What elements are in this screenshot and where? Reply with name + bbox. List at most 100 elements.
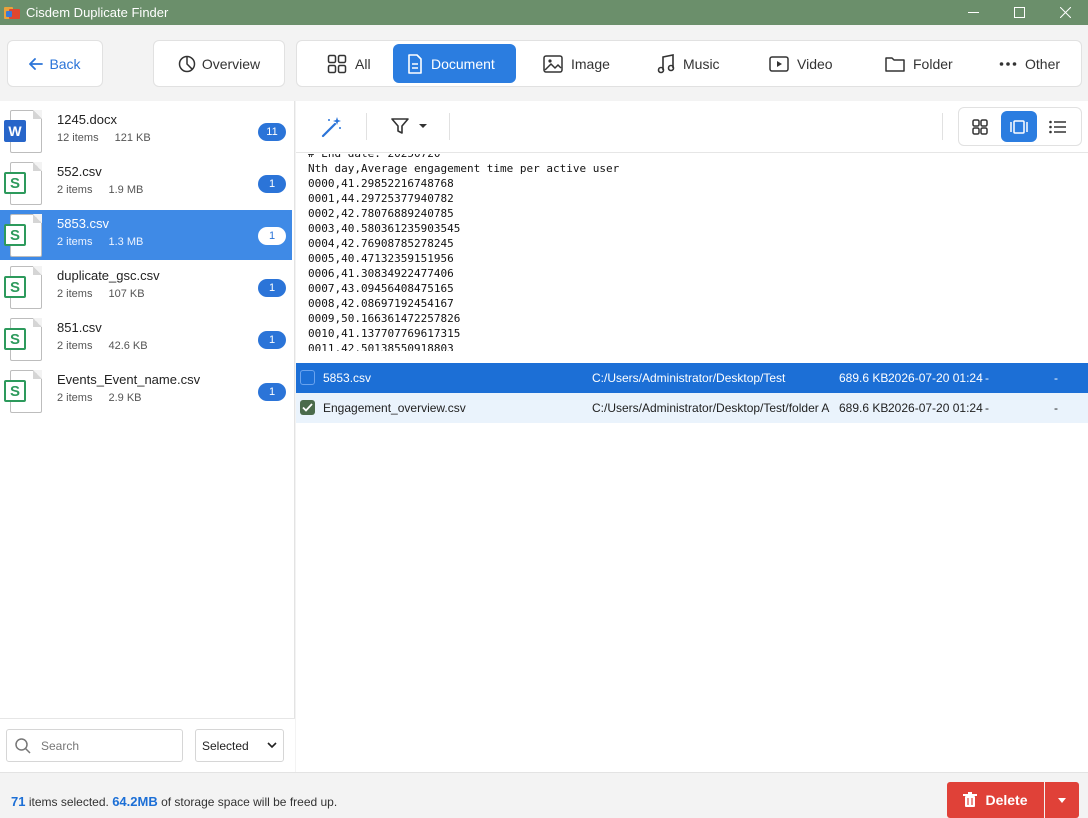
file-group-size: 1.9 MB: [108, 184, 144, 196]
selected-count: 71: [11, 794, 26, 809]
magic-wand-icon: [321, 117, 341, 138]
preview-line: 0002,42.78076889240785: [308, 207, 454, 220]
preview-line: 0003,40.580361235903545: [308, 222, 461, 235]
file-group-item[interactable]: Sduplicate_gsc.csv 2 items 107 KB 1: [0, 262, 292, 312]
search-box[interactable]: [6, 729, 183, 762]
file-group-item[interactable]: S Events_Event_name.csv 2 items 2.9 KB 1: [0, 366, 292, 416]
minimize-button[interactable]: [950, 0, 996, 25]
preview-line: 0008,42.08697192454167: [308, 297, 454, 310]
preview-view-button[interactable]: [1001, 111, 1037, 142]
caret-down-icon: [419, 124, 427, 128]
file-group-item[interactable]: S 552.csv 2 items 1.9 MB 1: [0, 158, 292, 208]
list-view-icon: [1049, 120, 1066, 133]
file-group-items: 2 items: [57, 392, 93, 404]
tab-video-label: Video: [797, 55, 833, 72]
file-extra-col: -: [985, 371, 989, 385]
freed-space: 64.2MB: [112, 794, 158, 809]
preview-line: 0007,43.09456408475165: [308, 282, 454, 295]
spreadsheet-file-icon: S: [4, 370, 42, 413]
file-group-size: 121 KB: [114, 132, 151, 144]
minimize-icon: [967, 12, 979, 13]
tab-other[interactable]: Other: [985, 44, 1074, 83]
document-icon: [408, 53, 422, 74]
spreadsheet-file-icon: S: [4, 214, 42, 257]
trash-icon: [963, 792, 978, 807]
file-type-letter: S: [4, 276, 26, 298]
selected-count-label: items selected.: [28, 795, 109, 809]
file-type-letter: S: [4, 172, 26, 194]
delete-options-button[interactable]: [1045, 782, 1079, 818]
tab-music-label: Music: [683, 55, 720, 72]
duplicate-file-row[interactable]: 5853.csv C:/Users/Administrator/Desktop/T…: [296, 363, 1088, 393]
preview-line: 0004,42.76908785278245: [308, 237, 454, 250]
freed-space-label: of storage space will be freed up.: [161, 795, 338, 809]
grid-view-icon: [972, 118, 988, 135]
file-group-items: 2 items: [57, 288, 93, 300]
auto-select-button[interactable]: [320, 115, 344, 142]
maximize-button[interactable]: [996, 0, 1042, 25]
preview-line: Nth day,Average engagement time per acti…: [308, 162, 620, 175]
category-tabs: All Document Image Music Video Folder Ot…: [296, 40, 1082, 87]
file-name: Engagement_overview.csv: [323, 401, 466, 415]
search-input[interactable]: [41, 738, 171, 753]
file-type-letter: S: [4, 224, 26, 246]
file-group-size: 107 KB: [108, 288, 145, 300]
close-icon: [1059, 7, 1071, 18]
file-group-name: Events_Event_name.csv: [57, 372, 201, 387]
duplicate-count-badge: 1: [258, 331, 286, 349]
preview-line: 0011,42.50138550918803: [308, 342, 454, 351]
preview-line: 0000,41.29852216748768: [308, 177, 454, 190]
file-group-item[interactable]: W 1245.docx 12 items 121 KB 11: [0, 106, 292, 156]
file-extra-col: -: [1054, 371, 1058, 385]
video-icon: [769, 55, 789, 72]
tab-video[interactable]: Video: [755, 44, 847, 83]
file-group-list: W 1245.docx 12 items 121 KB 11 S 552.csv 2 item…: [0, 101, 295, 772]
file-group-item[interactable]: S 851.csv 2 items 42.6 KB 1: [0, 314, 292, 364]
file-group-items: 12 items: [57, 132, 99, 144]
file-group-items: 2 items: [57, 236, 93, 248]
file-group-size: 2.9 KB: [108, 392, 142, 404]
preview-line: 0005,40.47132359151956: [308, 252, 454, 265]
back-button[interactable]: Back: [7, 40, 103, 87]
file-name: 5853.csv: [323, 371, 372, 385]
selection-filter-select[interactable]: Selected: [195, 729, 284, 762]
file-type-letter: S: [4, 380, 26, 402]
file-checkbox[interactable]: [300, 400, 315, 415]
pie-chart-icon: [178, 55, 196, 72]
list-view-button[interactable]: [1040, 111, 1076, 142]
preview-line: # End date: 20250720: [308, 154, 1076, 161]
tab-all[interactable]: All: [313, 44, 385, 83]
title-bar: Cisdem Duplicate Finder: [0, 0, 1088, 25]
duplicate-file-list: 5853.csv C:/Users/Administrator/Desktop/T…: [296, 363, 1088, 423]
file-size: 689.6 KB: [839, 401, 889, 415]
top-toolbar: Back Overview All Document Image Music V…: [0, 25, 1088, 101]
tab-folder[interactable]: Folder: [871, 44, 967, 83]
window-title: Cisdem Duplicate Finder: [26, 5, 169, 20]
file-group-items: 2 items: [57, 340, 93, 352]
overview-button[interactable]: Overview: [153, 40, 285, 87]
file-path: C:/Users/Administrator/Desktop/Test: [592, 371, 786, 385]
duplicate-count-badge: 11: [258, 123, 286, 141]
duplicate-count-badge: 1: [258, 227, 286, 245]
tab-image[interactable]: Image: [529, 44, 624, 83]
tab-document[interactable]: Document: [393, 44, 516, 83]
preview-view-icon: [1010, 119, 1028, 134]
tab-music[interactable]: Music: [643, 44, 734, 83]
tab-other-label: Other: [1025, 55, 1061, 72]
grid-icon: [327, 54, 347, 73]
detail-toolbar: [296, 101, 1088, 153]
file-checkbox[interactable]: [300, 370, 315, 385]
caret-down-icon: [1058, 797, 1066, 803]
file-group-item[interactable]: S 5853.csv 2 items 1.3 MB 1: [0, 210, 292, 260]
duplicate-count-badge: 1: [258, 383, 286, 401]
file-type-letter: W: [4, 120, 26, 142]
file-group-name: 1245.docx: [57, 112, 117, 127]
close-button[interactable]: [1042, 0, 1088, 25]
maximize-icon: [1013, 7, 1025, 18]
delete-button[interactable]: Delete: [947, 782, 1044, 818]
duplicate-file-row[interactable]: Engagement_overview.csv C:/Users/Administ…: [296, 393, 1088, 423]
preview-line: 0001,44.29725377940782: [308, 192, 454, 205]
filter-dropdown[interactable]: [391, 117, 427, 135]
selection-filter-value: Selected: [202, 738, 249, 753]
thumbnail-view-button[interactable]: [962, 111, 998, 142]
